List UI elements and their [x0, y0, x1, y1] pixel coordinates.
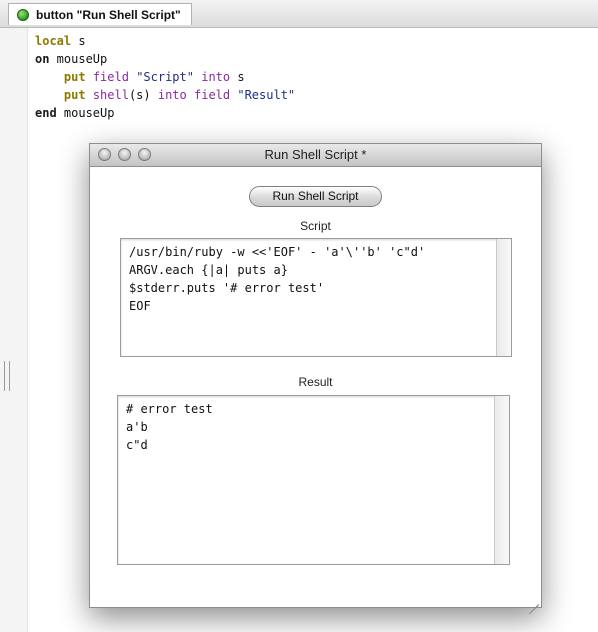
- script-field[interactable]: /usr/bin/ruby -w <<'EOF' - 'a'\''b' 'c"d…: [120, 238, 512, 357]
- script-field-label: Script: [300, 219, 331, 233]
- code-token: into: [157, 88, 187, 102]
- script-field-scrollbar[interactable]: [496, 239, 511, 356]
- code-line: put shell(s) into field "Result": [35, 86, 295, 104]
- code-token: field: [194, 88, 231, 102]
- code-token: (s): [128, 88, 158, 102]
- code-token: into: [201, 70, 231, 84]
- code-token: local: [35, 34, 72, 48]
- code-line: on mouseUp: [35, 50, 295, 68]
- result-line: # error test: [126, 402, 213, 416]
- code-token: put: [63, 88, 86, 102]
- code-line: put field "Script" into s: [35, 68, 295, 86]
- result-field-scrollbar[interactable]: [494, 396, 509, 564]
- code-token: shell: [92, 88, 129, 102]
- code-token: end: [35, 106, 57, 120]
- code-line: local s: [35, 32, 295, 50]
- code-token: s: [71, 34, 86, 48]
- window-titlebar[interactable]: Run Shell Script *: [90, 144, 541, 167]
- result-line: c"d: [126, 438, 148, 452]
- result-field[interactable]: # error test a'b c"d: [117, 395, 510, 565]
- resize-grip-icon[interactable]: [527, 593, 539, 615]
- code-token: mouseUp: [56, 106, 115, 120]
- script-field-text: /usr/bin/ruby -w <<'EOF' - 'a'\''b' 'c"d…: [129, 243, 425, 315]
- editor-tab-bar: button "Run Shell Script": [0, 0, 598, 28]
- result-field-label: Result: [298, 375, 333, 389]
- code-line: end mouseUp: [35, 104, 295, 122]
- result-line: a'b: [126, 420, 148, 434]
- script-line: EOF: [129, 299, 151, 313]
- stack-window: Run Shell Script * Run Shell Script Scri…: [89, 143, 542, 615]
- tab-label: button "Run Shell Script": [36, 7, 181, 22]
- window-title: Run Shell Script *: [264, 147, 367, 162]
- code-token: field: [92, 70, 129, 84]
- code-token: put: [63, 70, 86, 84]
- script-line: ARGV.each {|a| puts a}: [129, 263, 288, 277]
- code-token: mouseUp: [49, 52, 108, 66]
- script-editor-tab[interactable]: button "Run Shell Script": [8, 3, 192, 25]
- window-content: Run Shell Script Script /usr/bin/ruby -w…: [90, 167, 541, 615]
- code-token: s: [230, 70, 245, 84]
- code-token: on: [35, 52, 50, 66]
- script-editor[interactable]: local s on mouseUp put field "Script" int…: [35, 32, 295, 122]
- script-line: $stderr.puts '# error test': [129, 281, 325, 295]
- compile-status-icon: [17, 8, 29, 21]
- script-line: /usr/bin/ruby -w <<'EOF' - 'a'\''b' 'c"d…: [129, 245, 426, 259]
- run-shell-script-button[interactable]: Run Shell Script: [249, 186, 382, 207]
- pane-splitter-handle[interactable]: [4, 361, 10, 391]
- result-field-text: # error test a'b c"d: [126, 400, 213, 454]
- code-token: "Script": [136, 70, 194, 84]
- code-token: "Result": [237, 88, 296, 102]
- editor-gutter: [0, 28, 28, 632]
